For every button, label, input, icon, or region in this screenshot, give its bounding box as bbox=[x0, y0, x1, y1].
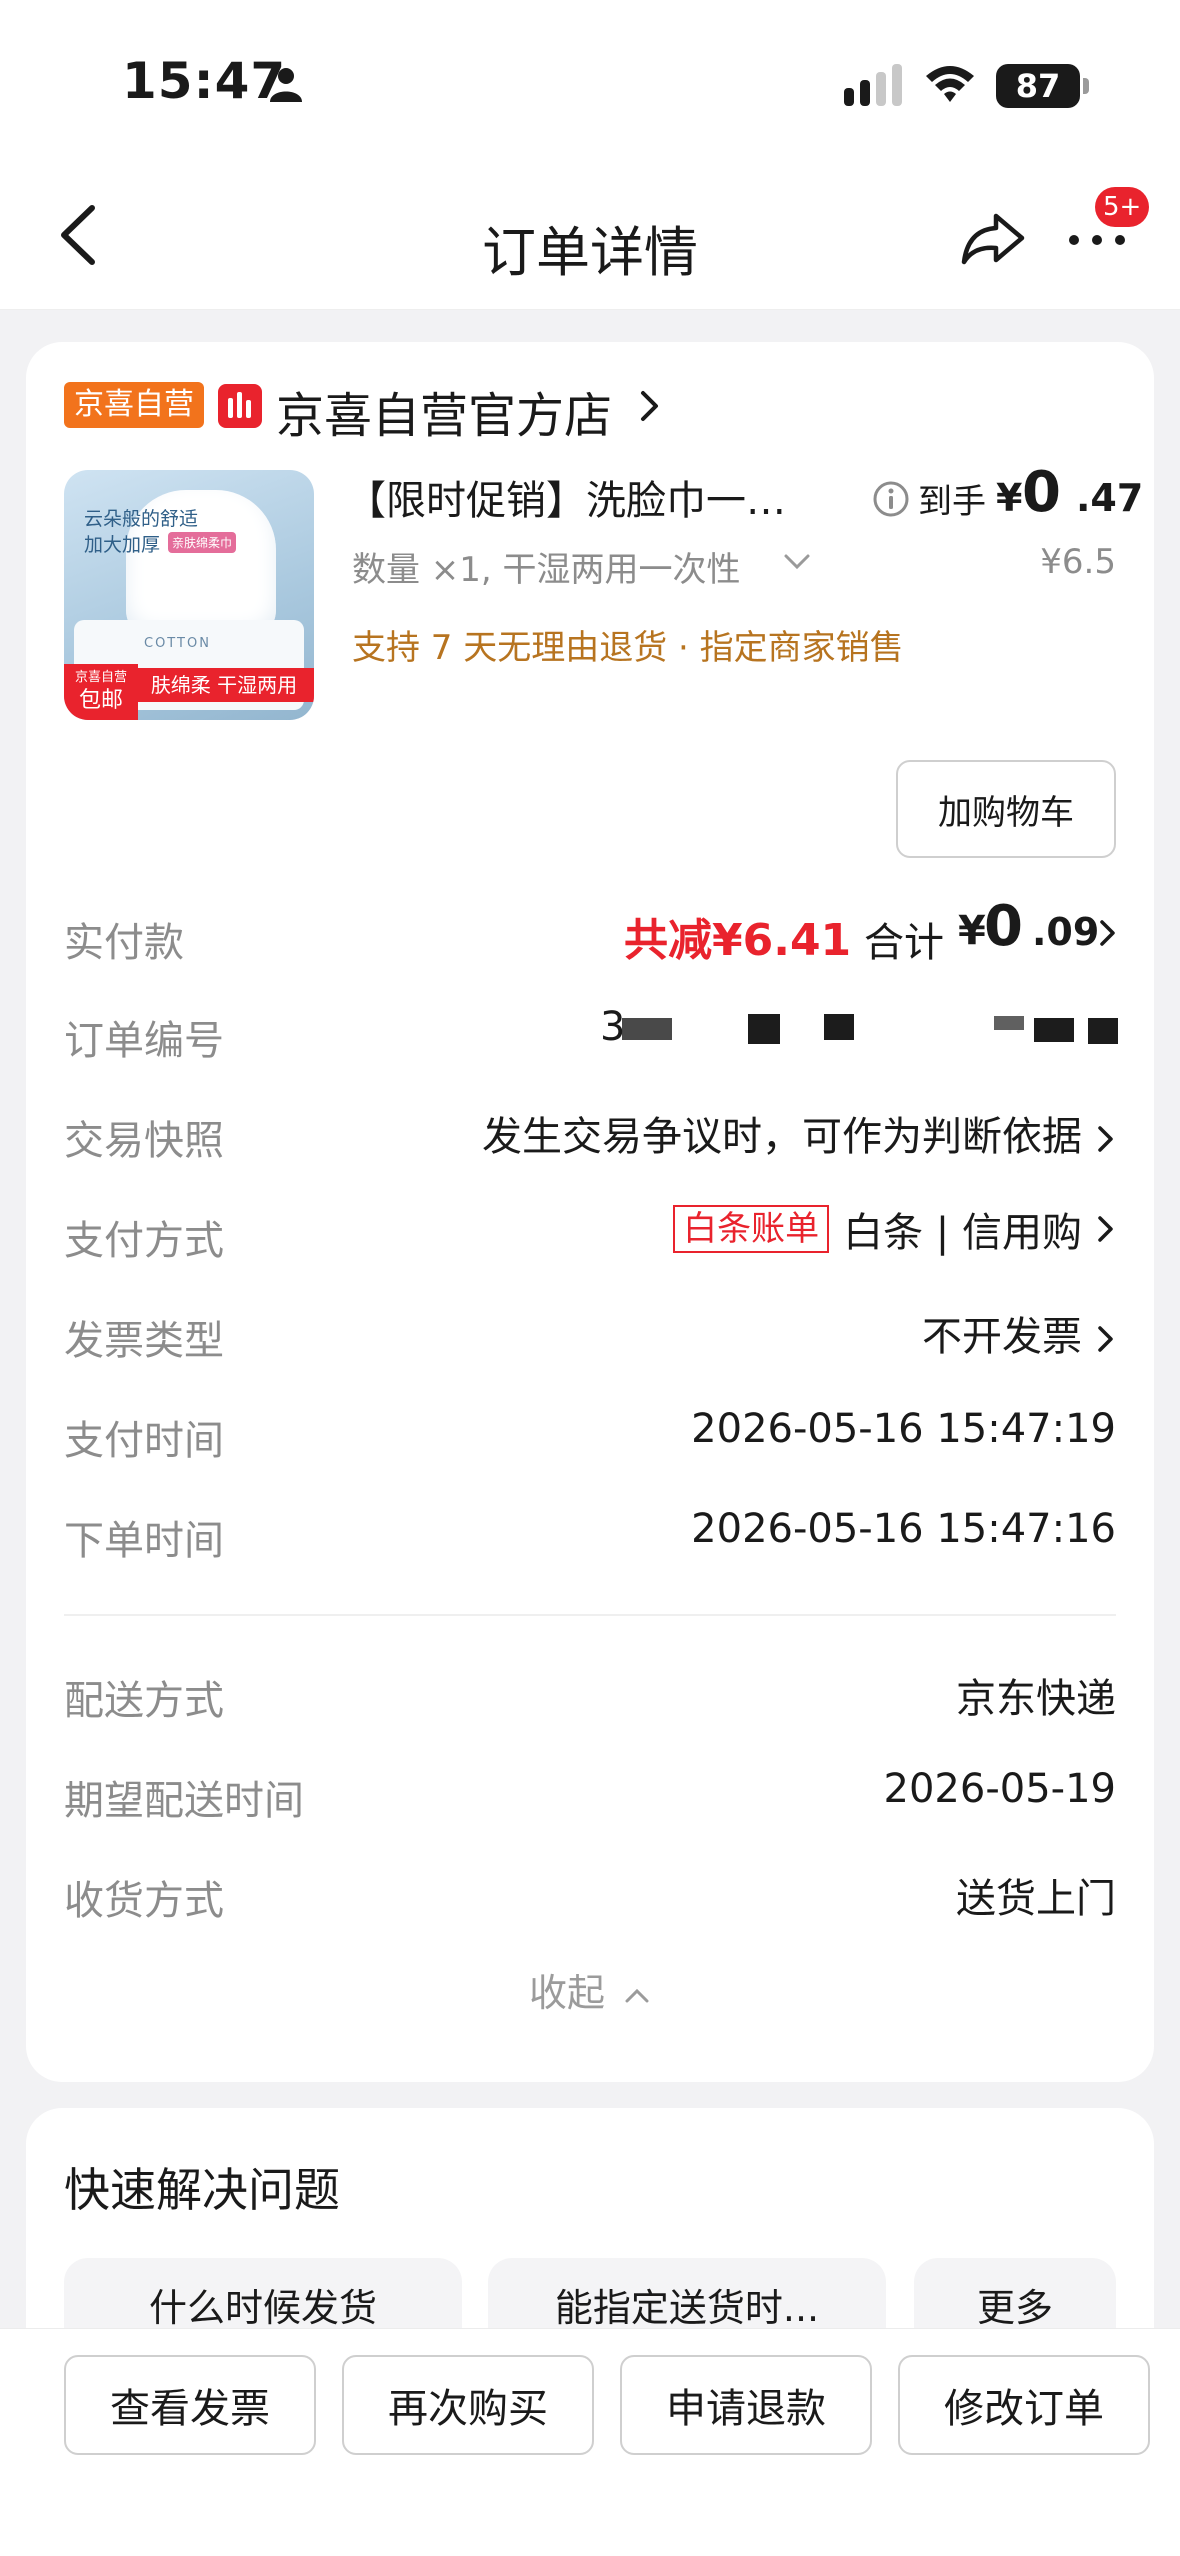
thumb-corner-badge: 京喜自营 包邮 bbox=[64, 664, 138, 720]
store-type-badge: 京喜自营 bbox=[64, 382, 204, 428]
redacted-order-number bbox=[602, 1008, 1132, 1048]
payment-method[interactable]: 白条账单 白条 | 信用购 bbox=[673, 1200, 1116, 1258]
chevron-down-icon[interactable] bbox=[782, 550, 812, 574]
row-label: 收货方式 bbox=[64, 1878, 224, 1924]
expected-delivery: 2026-05-19 bbox=[883, 1766, 1116, 1812]
price-currency: ¥ bbox=[996, 476, 1023, 520]
original-price: ¥6.5 bbox=[1040, 542, 1116, 582]
row-label: 交易快照 bbox=[64, 1118, 224, 1164]
store-logo-icon bbox=[218, 384, 262, 428]
row-label: 实付款 bbox=[64, 920, 184, 966]
thumb-text: 云朵般的舒适 bbox=[84, 508, 199, 530]
view-invoice-button[interactable]: 查看发票 bbox=[64, 2355, 316, 2455]
total-decimal: .09 bbox=[1032, 910, 1100, 954]
product-title[interactable]: 【限时促销】洗脸巾一… bbox=[346, 468, 786, 526]
thumb-text: 加大加厚 bbox=[84, 534, 161, 556]
battery-cap bbox=[1083, 78, 1089, 94]
thumb-brand: COTTON bbox=[144, 636, 211, 651]
request-refund-button[interactable]: 申请退款 bbox=[620, 2355, 872, 2455]
price-label: 到手 bbox=[918, 482, 986, 522]
total-currency: ¥ bbox=[958, 908, 986, 954]
row-label: 配送方式 bbox=[64, 1678, 224, 1724]
row-label: 期望配送时间 bbox=[64, 1778, 304, 1824]
signal-icon bbox=[844, 64, 902, 106]
chevron-up-icon bbox=[625, 1988, 649, 2002]
nav-bar: 订单详情 5+ bbox=[0, 150, 1180, 310]
buy-again-button[interactable]: 再次购买 bbox=[342, 2355, 594, 2455]
product-spec[interactable]: 数量 ×1, 干湿两用一次性 bbox=[352, 542, 741, 591]
service-note: 支持 7 天无理由退货 · 指定商家销售 bbox=[352, 628, 904, 668]
row-label: 订单编号 bbox=[64, 1018, 224, 1064]
status-bar: 15:47 87 bbox=[0, 0, 1180, 150]
quick-solutions-title: 快速解决问题 bbox=[64, 2163, 340, 2217]
chevron-right-icon[interactable] bbox=[1098, 918, 1118, 948]
thumb-tag: 亲肤绵柔巾 bbox=[168, 532, 237, 553]
product-thumbnail[interactable]: 云朵般的舒适 加大加厚 亲肤绵柔巾 COTTON 肤绵柔 干湿两用 京喜自营 包… bbox=[64, 470, 314, 720]
invoice-type-text: 不开发票 bbox=[922, 1314, 1082, 1360]
section-divider bbox=[64, 1614, 1116, 1616]
row-label: 支付时间 bbox=[64, 1418, 224, 1464]
payment-tag: 白条账单 bbox=[673, 1205, 830, 1253]
total-label: 合计 bbox=[864, 920, 944, 966]
row-label: 支付方式 bbox=[64, 1218, 224, 1264]
reduction-amount: 共减¥6.41 bbox=[624, 915, 852, 966]
payment-time: 2026-05-16 15:47:19 bbox=[691, 1406, 1116, 1452]
modify-order-button[interactable]: 修改订单 bbox=[898, 2355, 1150, 2455]
invoice-type[interactable]: 不开发票 bbox=[922, 1304, 1116, 1362]
snapshot-text: 发生交易争议时，可作为判断依据 bbox=[482, 1114, 1082, 1160]
store-name[interactable]: 京喜自营官方店 bbox=[276, 376, 612, 446]
snapshot-link[interactable]: 发生交易争议时，可作为判断依据 bbox=[482, 1104, 1116, 1162]
order-time: 2026-05-16 15:47:16 bbox=[691, 1506, 1116, 1552]
receive-method: 送货上门 bbox=[956, 1876, 1116, 1922]
status-time: 15:47 bbox=[122, 52, 287, 110]
thumb-corner-text: 京喜自营 bbox=[74, 670, 127, 685]
share-icon[interactable] bbox=[958, 202, 1028, 272]
collapse-toggle[interactable]: 收起 bbox=[26, 1962, 1154, 2017]
chevron-right-icon bbox=[1098, 1216, 1113, 1242]
message-badge: 5+ bbox=[1095, 187, 1150, 227]
chevron-right-icon bbox=[1098, 1326, 1113, 1352]
price-decimal: .47 bbox=[1076, 476, 1144, 520]
add-to-cart-button[interactable]: 加购物车 bbox=[896, 760, 1116, 858]
info-icon[interactable] bbox=[872, 480, 910, 518]
wifi-icon bbox=[926, 66, 974, 102]
thumb-strip: 肤绵柔 干湿两用 bbox=[134, 668, 314, 702]
chevron-right-icon[interactable] bbox=[638, 388, 662, 424]
order-card: 京喜自营 京喜自营官方店 云朵般的舒适 加大加厚 亲肤绵柔巾 COTTON 肤绵… bbox=[26, 342, 1154, 2082]
collapse-label: 收起 bbox=[528, 1971, 605, 2015]
person-icon bbox=[270, 68, 302, 102]
row-label: 下单时间 bbox=[64, 1518, 224, 1564]
delivery-method: 京东快递 bbox=[956, 1676, 1116, 1722]
total-integer: 0 bbox=[984, 894, 1023, 959]
chevron-right-icon bbox=[1098, 1126, 1113, 1152]
price-integer: 0 bbox=[1022, 460, 1061, 525]
battery-indicator: 87 bbox=[996, 64, 1080, 108]
bottom-action-bar: 查看发票 再次购买 申请退款 修改订单 bbox=[0, 2328, 1180, 2556]
thumb-corner-text: 包邮 bbox=[78, 688, 123, 713]
row-label: 发票类型 bbox=[64, 1318, 224, 1364]
payment-method-text: 白条 | 信用购 bbox=[843, 1210, 1082, 1256]
